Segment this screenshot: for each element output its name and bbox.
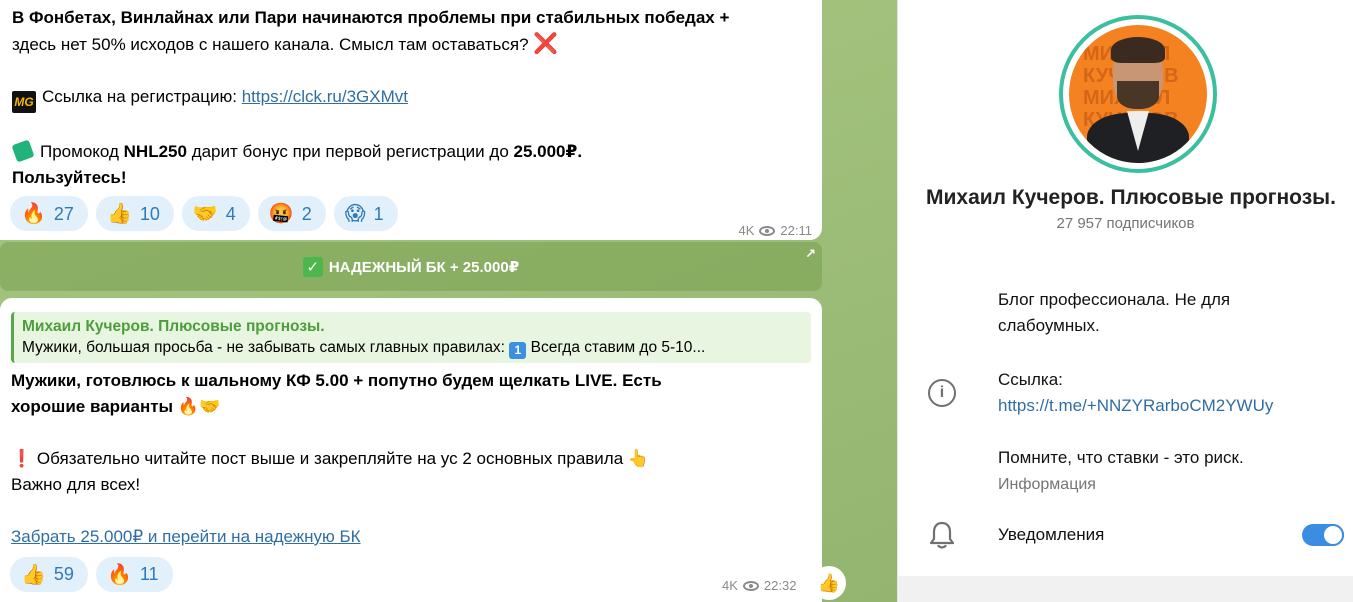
message-body: Мужики, готовлюсь к шальному КФ 5.00 + п… xyxy=(11,368,662,550)
handshake-icon: 🤝 xyxy=(192,202,218,225)
registration-line: MG Ссылка на регистрацию: https://clck.ru… xyxy=(12,84,810,113)
subscriber-count: 27 957 подписчиков xyxy=(1056,215,1195,232)
message-meta: 4K 22:32 xyxy=(722,578,887,593)
cross-icon: ❌ xyxy=(533,33,559,55)
reactions: 👍 59 🔥 11 xyxy=(10,557,173,592)
info-icon: i xyxy=(928,379,956,407)
risk-note: Помните, что ставки - это риск. xyxy=(998,448,1244,467)
message-bubble: В Фонбетах, Винлайнах или Пари начинаютс… xyxy=(0,0,822,240)
message-text: Важно для всех! xyxy=(11,475,141,494)
timestamp: 22:32 xyxy=(763,578,797,593)
thumbs-up-icon: 👍 xyxy=(817,572,841,593)
reaction-fire[interactable]: 🔥 27 xyxy=(10,196,88,231)
mg-logo-icon: MG xyxy=(12,91,36,113)
fire-icon: 🔥 xyxy=(106,563,132,586)
thumbs-up-icon: 👍 xyxy=(106,202,132,225)
reaction-handshake[interactable]: 🤝 4 xyxy=(181,196,250,231)
reply-text: Мужики, большая просьба - не забывать са… xyxy=(22,339,706,359)
reply-preview[interactable]: Михаил Кучеров. Плюсовые прогнозы. Мужик… xyxy=(11,312,811,363)
divider xyxy=(898,576,1353,602)
invite-link[interactable]: https://t.me/+NNZYRarboCM2YWUy xyxy=(998,393,1273,419)
chat-area: В Фонбетах, Винлайнах или Пари начинаютс… xyxy=(0,0,897,602)
reaction-thumbs-up[interactable]: 👍 59 xyxy=(10,557,88,592)
message-text: здесь нет 50% исходов с нашего канала. С… xyxy=(12,33,559,55)
registration-link[interactable]: https://clck.ru/3GXMvt xyxy=(242,87,408,106)
notifications-label: Уведомления xyxy=(998,525,1105,544)
arrow-up-right-icon: ↗ xyxy=(805,246,816,261)
quick-reaction-button[interactable]: 👍 xyxy=(812,566,846,600)
message-text: хорошие варианты 🔥🤝 xyxy=(11,397,221,416)
reactions: 🔥 27 👍 10 🤝 4 🤬 2 😱 1 xyxy=(10,196,398,231)
eye-icon xyxy=(742,580,759,591)
scream-face-icon: 😱 xyxy=(344,202,366,225)
message-text: Мужики, готовлюсь к шальному КФ 5.00 + п… xyxy=(11,371,662,390)
view-count: 4K xyxy=(722,578,738,593)
view-count: 4K xyxy=(738,223,755,238)
angry-face-icon: 🤬 xyxy=(268,202,294,225)
link-label: Ссылка: xyxy=(998,370,1063,389)
ticket-icon xyxy=(11,139,35,163)
reaction-thumbs-up[interactable]: 👍 10 xyxy=(95,196,174,231)
reaction-fire[interactable]: 🔥 11 xyxy=(95,557,173,592)
message-text: ❗ Обязательно читайте пост выше и закреп… xyxy=(11,449,650,468)
inline-button-label: НАДЕЖНЫЙ БК + 25.000₽ xyxy=(328,258,520,276)
message-text: Пользуйтесь! xyxy=(12,168,127,187)
reaction-scream[interactable]: 😱 1 xyxy=(333,196,398,231)
fire-handshake-icon: 🔥🤝 xyxy=(177,397,221,416)
message-meta: 4K 22:11 xyxy=(739,218,812,244)
keycap-one-icon: 1 xyxy=(509,342,527,359)
bell-icon xyxy=(929,521,955,549)
channel-title: Михаил Кучеров. Плюсовые прогнозы. xyxy=(926,186,1336,209)
fire-icon: 🔥 xyxy=(21,202,46,225)
check-icon: ✓ xyxy=(302,256,323,277)
info-caption: Информация xyxy=(998,476,1096,493)
notifications-toggle[interactable] xyxy=(1302,524,1344,546)
avatar-image: МИХАИЛ КУЧЕРОВ МИХАИЛ КУЧЕРОВ xyxy=(1069,25,1207,163)
promo-code: NHL250 xyxy=(123,142,187,161)
exclamation-icon: ❗ xyxy=(11,449,33,468)
cta-link[interactable]: Забрать 25.000₽ и перейти на надежную БК xyxy=(11,527,361,546)
avatar[interactable]: МИХАИЛ КУЧЕРОВ МИХАИЛ КУЧЕРОВ xyxy=(1059,15,1217,173)
channel-info-panel: МИХАИЛ КУЧЕРОВ МИХАИЛ КУЧЕРОВ Михаил Куч… xyxy=(897,0,1353,602)
eye-icon xyxy=(759,226,776,236)
inline-button[interactable]: ✓ НАДЕЖНЫЙ БК + 25.000₽ ↗ xyxy=(0,242,822,291)
promo-line: Промокод NHL250 дарит бонус при первой р… xyxy=(11,139,810,165)
thumbs-up-icon: 👍 xyxy=(21,563,46,586)
reply-author: Михаил Кучеров. Плюсовые прогнозы. xyxy=(22,318,325,335)
cta-line: Забрать 25.000₽ и перейти на надежную БК xyxy=(11,524,662,550)
timestamp: 22:11 xyxy=(780,223,812,238)
reaction-angry[interactable]: 🤬 2 xyxy=(257,196,326,231)
channel-description: Блог профессионала. Не для слабоумных. xyxy=(998,290,1231,335)
message-text: В Фонбетах, Винлайнах или Пари начинаютс… xyxy=(12,8,730,27)
point-up-icon: 👆 xyxy=(627,449,650,468)
